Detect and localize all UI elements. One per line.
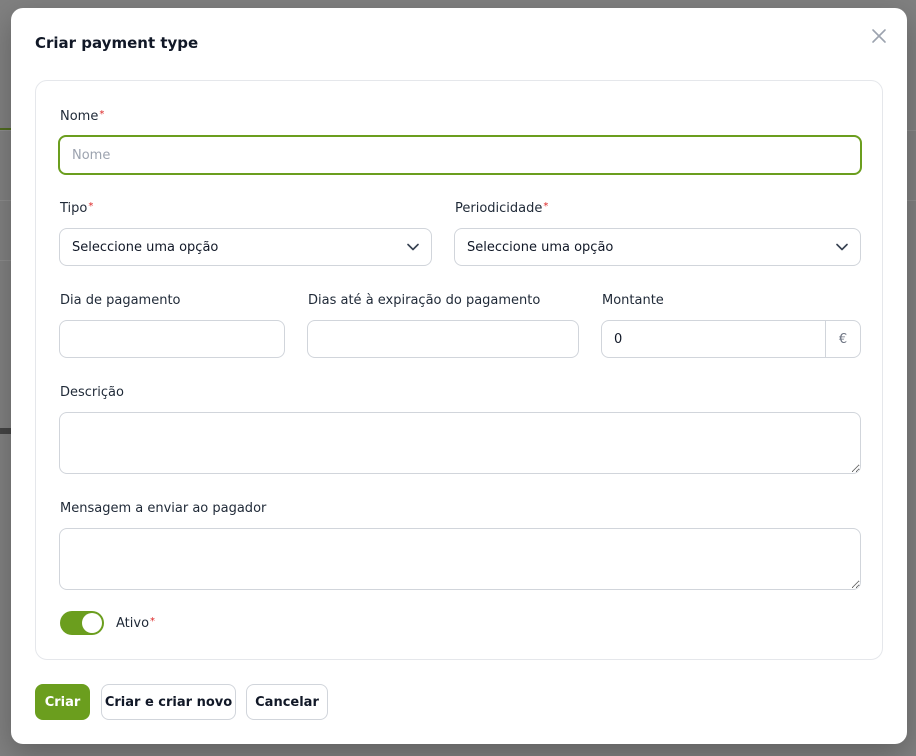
nome-label: Nome* [60,109,105,124]
required-mark: * [543,201,549,212]
mensagem-label: Mensagem a enviar ao pagador [60,501,267,516]
create-button[interactable]: Criar [35,684,90,720]
dia-pagamento-label: Dia de pagamento [60,293,181,308]
tipo-selected-value: Seleccione uma opção [72,239,219,255]
chevron-down-icon [836,243,848,251]
close-icon [871,28,887,48]
ativo-toggle[interactable] [60,611,104,635]
periodicidade-select[interactable]: Seleccione uma opção [454,228,861,266]
form-card: Nome* Tipo* Seleccione uma opção Periodi… [35,80,883,660]
modal-title: Criar payment type [35,34,199,52]
nome-input[interactable] [58,135,862,175]
descricao-label: Descrição [60,385,124,400]
mensagem-textarea[interactable] [59,528,861,590]
montante-input[interactable]: 0 [602,321,825,357]
create-payment-type-modal: Criar payment type Nome* Tipo* Seleccion… [11,8,907,744]
currency-suffix: € [825,321,860,357]
required-mark: * [88,201,94,212]
ativo-label: Ativo* [116,616,156,631]
tipo-select[interactable]: Seleccione uma opção [59,228,432,266]
tipo-label: Tipo* [60,201,94,216]
dia-pagamento-input[interactable] [59,320,285,358]
dias-expiracao-label: Dias até à expiração do pagamento [308,293,541,308]
cancel-button[interactable]: Cancelar [246,684,328,720]
dias-expiracao-input[interactable] [307,320,579,358]
required-mark: * [150,616,156,627]
montante-field[interactable]: 0 € [601,320,861,358]
periodicidade-selected-value: Seleccione uma opção [467,239,614,255]
chevron-down-icon [407,243,419,251]
create-another-button[interactable]: Criar e criar novo [101,684,236,720]
montante-label: Montante [602,293,664,308]
periodicidade-label: Periodicidade* [455,201,549,216]
toggle-knob [82,613,102,633]
close-button[interactable] [867,26,891,50]
required-mark: * [99,109,105,120]
descricao-textarea[interactable] [59,412,861,474]
